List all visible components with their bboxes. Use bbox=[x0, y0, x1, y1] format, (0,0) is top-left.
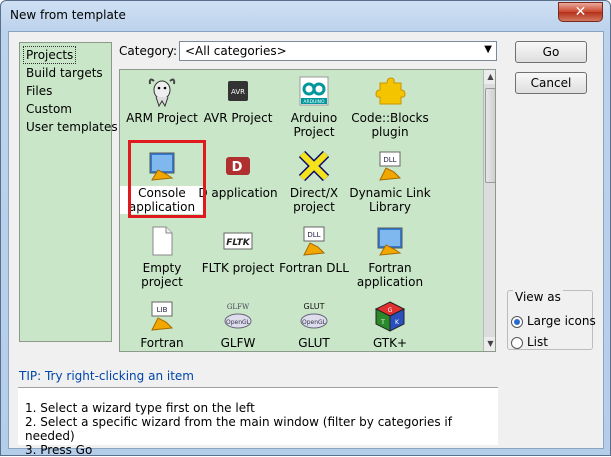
gtk-icon: G T K bbox=[374, 301, 406, 332]
fortran-lib-icon: LIB bbox=[151, 301, 174, 331]
dialog-client: Projects Build targets Files Custom User… bbox=[8, 31, 604, 457]
category-dropdown[interactable]: <All categories> ▼ bbox=[179, 41, 497, 61]
category-value: <All categories> bbox=[185, 44, 287, 58]
selection-highlight-box bbox=[128, 140, 206, 218]
template-label: Fortran library bbox=[140, 336, 184, 351]
radio-label: Large icons bbox=[527, 314, 596, 328]
d-lang-icon: D bbox=[226, 157, 250, 175]
scroll-down-icon[interactable]: ▼ bbox=[484, 337, 495, 351]
scroll-up-icon[interactable]: ▲ bbox=[484, 70, 495, 84]
type-item-user-templates[interactable]: User templates bbox=[24, 119, 120, 135]
template-fortran-application[interactable]: Fortran application bbox=[348, 225, 432, 289]
close-button[interactable]: ✕ bbox=[558, 2, 603, 22]
template-label: Arduino Project bbox=[290, 111, 338, 139]
template-type-list[interactable]: Projects Build targets Files Custom User… bbox=[19, 42, 118, 342]
template-avr-project[interactable]: AVR AVR Project bbox=[196, 75, 280, 125]
template-label: Code::Blocks plugin bbox=[351, 111, 429, 139]
template-label: D application bbox=[198, 186, 278, 200]
template-gtk-project[interactable]: G T K GTK+ project bbox=[348, 300, 432, 351]
template-label: GTK+ project bbox=[369, 336, 411, 351]
fltk-icon: FLTK bbox=[223, 232, 253, 250]
close-icon: ✕ bbox=[574, 4, 587, 20]
template-dynamic-link-library[interactable]: DLL Dynamic Link Library bbox=[348, 150, 432, 214]
template-label: Empty project bbox=[141, 261, 183, 289]
radio-large-icons[interactable]: Large icons bbox=[511, 313, 596, 329]
scroll-thumb[interactable] bbox=[485, 88, 495, 183]
template-label: FLTK project bbox=[201, 261, 275, 275]
category-label: Category: bbox=[119, 44, 177, 58]
title-bar: New from template ✕ bbox=[1, 1, 610, 31]
template-label: GLUT project bbox=[293, 336, 335, 351]
template-fltk-project[interactable]: FLTK FLTK project bbox=[196, 225, 280, 275]
go-button[interactable]: Go bbox=[515, 41, 587, 63]
new-from-template-window: New from template ✕ Projects Build targe… bbox=[0, 0, 611, 457]
template-label: ARM Project bbox=[126, 111, 198, 125]
cancel-button[interactable]: Cancel bbox=[515, 72, 587, 94]
opengl-icon-text: OpenGL bbox=[226, 319, 251, 326]
type-item-projects[interactable]: Projects bbox=[22, 46, 77, 64]
template-label: Fortran DLL bbox=[279, 261, 349, 275]
template-empty-project[interactable]: Empty project bbox=[120, 225, 204, 289]
type-item-custom[interactable]: Custom bbox=[24, 101, 74, 117]
template-arm-project[interactable]: ARM Project bbox=[120, 75, 204, 125]
template-label: AVR Project bbox=[203, 111, 273, 125]
radio-label: List bbox=[527, 335, 548, 349]
template-grid-scrollbar[interactable]: ▲ ▼ bbox=[483, 70, 495, 351]
dll-icon-text: DLL bbox=[307, 231, 320, 239]
template-d-application[interactable]: D D application bbox=[196, 150, 280, 200]
template-label: Dynamic Link Library bbox=[349, 186, 431, 214]
template-grid: ARM Project AVR AVR Project ARDUINO Ardu… bbox=[119, 69, 496, 352]
window-title: New from template bbox=[10, 8, 126, 22]
template-label: Fortran application bbox=[356, 261, 424, 289]
template-glut-project[interactable]: GLUT OpenGL GLUT project bbox=[272, 300, 356, 351]
dll-icon-text: DLL bbox=[383, 156, 396, 164]
instruction-step: 1. Select a wizard type first on the lef… bbox=[25, 401, 255, 415]
glfw-icon-text: GLFW bbox=[227, 303, 250, 311]
radio-selected-icon[interactable] bbox=[511, 315, 523, 328]
gtk-t-text: T bbox=[380, 319, 385, 326]
type-item-build-targets[interactable]: Build targets bbox=[24, 65, 105, 81]
fortran-app-icon bbox=[377, 227, 403, 256]
puzzle-plugin-icon bbox=[375, 77, 406, 105]
template-label: Direct/X project bbox=[289, 186, 339, 214]
lib-icon-text: LIB bbox=[157, 306, 168, 314]
avr-icon-text: AVR bbox=[231, 88, 245, 96]
instruction-step: 2. Select a specific wizard from the mai… bbox=[25, 415, 452, 443]
chevron-down-icon: ▼ bbox=[484, 44, 492, 55]
template-codeblocks-plugin[interactable]: Code::Blocks plugin bbox=[348, 75, 432, 139]
radio-unselected-icon[interactable] bbox=[511, 336, 523, 349]
opengl-icon-text: OpenGL bbox=[302, 319, 327, 326]
empty-file-icon bbox=[152, 226, 173, 256]
glfw-icon: GLFW OpenGL bbox=[224, 303, 252, 329]
avr-chip-icon: AVR bbox=[228, 81, 248, 101]
type-item-files[interactable]: Files bbox=[24, 83, 54, 99]
instruction-step: 3. Press Go bbox=[25, 443, 93, 457]
gtk-g-text: G bbox=[388, 307, 393, 314]
gnu-icon bbox=[148, 78, 176, 107]
template-directx-project[interactable]: Direct/X project bbox=[272, 150, 356, 214]
template-fortran-dll[interactable]: DLL Fortran DLL bbox=[272, 225, 356, 275]
glut-icon-text: GLUT bbox=[304, 302, 325, 311]
template-glfw-project[interactable]: GLFW OpenGL GLFW project bbox=[196, 300, 280, 351]
fltk-icon-text: FLTK bbox=[226, 238, 251, 248]
d-icon-text: D bbox=[232, 160, 243, 175]
arduino-icon: ARDUINO bbox=[299, 76, 329, 106]
directx-icon bbox=[298, 150, 330, 182]
template-fortran-library[interactable]: LIB Fortran library bbox=[120, 300, 204, 351]
template-arduino-project[interactable]: ARDUINO Arduino Project bbox=[272, 75, 356, 139]
instructions-panel: 1. Select a wizard type first on the lef… bbox=[18, 387, 498, 457]
template-label: GLFW project bbox=[217, 336, 259, 351]
view-as-label: View as bbox=[513, 290, 563, 304]
dll-icon: DLL bbox=[379, 151, 402, 181]
tip-text: TIP: Try right-clicking an item bbox=[19, 369, 194, 383]
radio-list[interactable]: List bbox=[511, 334, 548, 350]
fortran-dll-icon: DLL bbox=[303, 226, 326, 256]
arduino-icon-text: ARDUINO bbox=[303, 99, 325, 105]
glut-icon: GLUT OpenGL bbox=[300, 302, 328, 329]
